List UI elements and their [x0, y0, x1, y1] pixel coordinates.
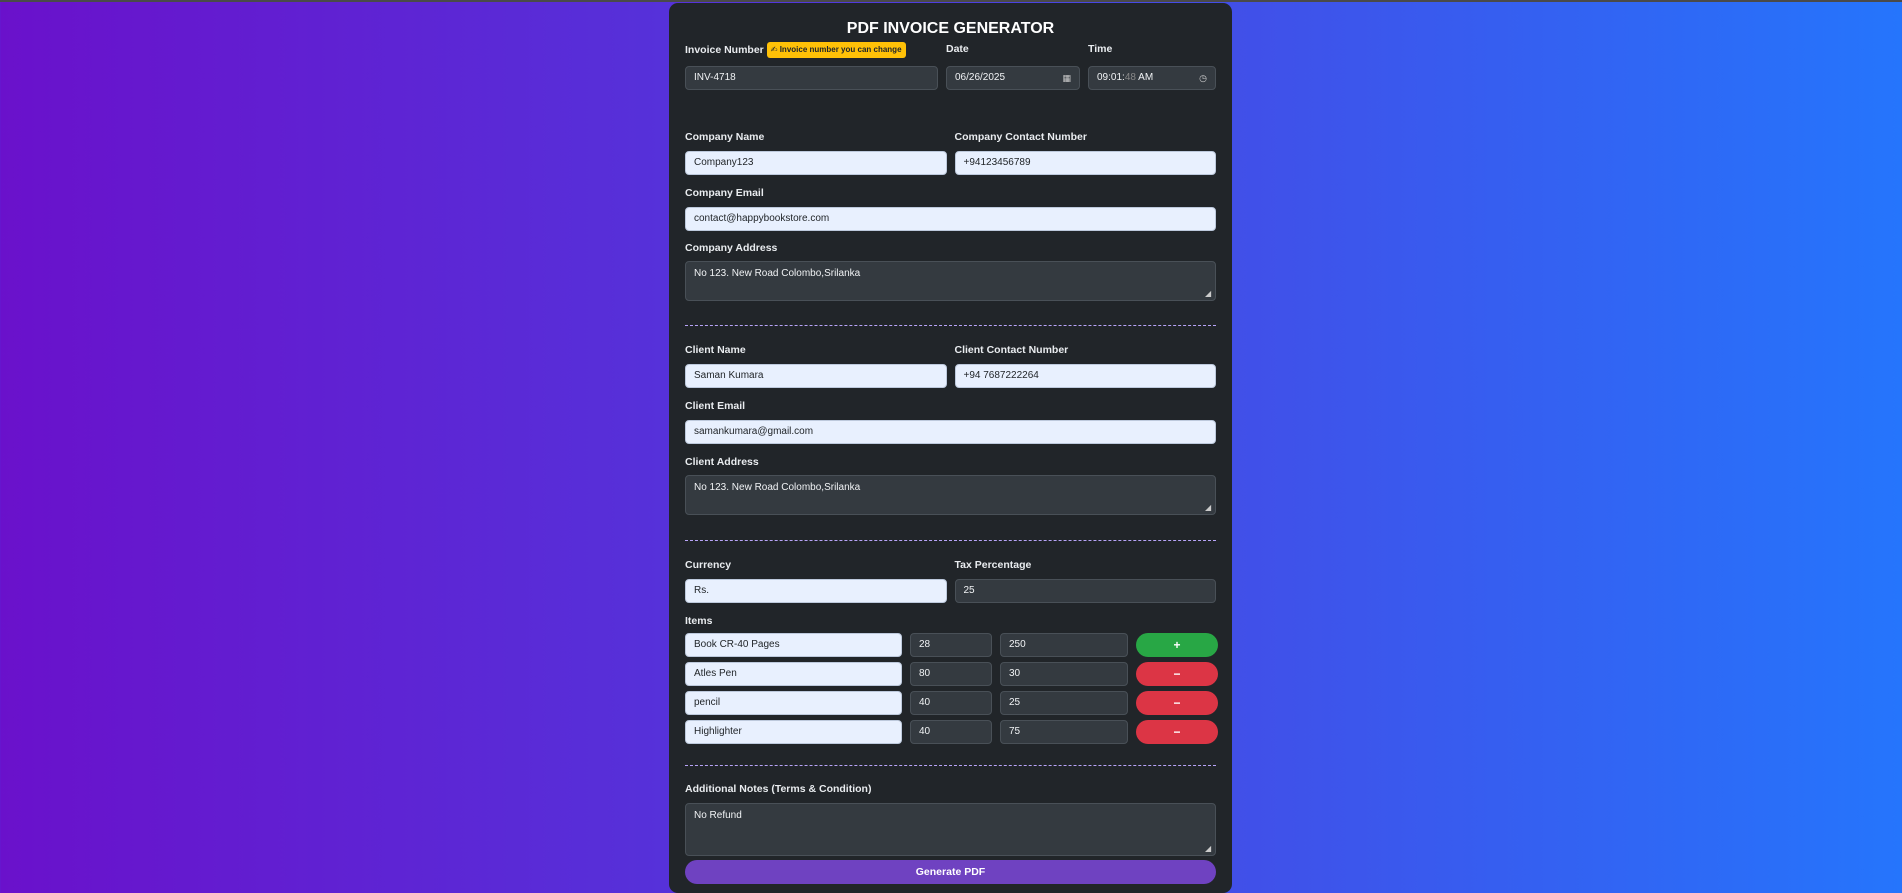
- notes-text: No Refund: [694, 810, 742, 821]
- section-divider: [685, 325, 1216, 326]
- company-email-label: Company Email: [685, 187, 764, 199]
- time-value-seconds: 48: [1124, 72, 1136, 83]
- company-email-input[interactable]: contact@happybookstore.com: [685, 207, 1216, 231]
- company-name-group: Company Name Company123: [685, 130, 947, 175]
- section-divider: [685, 765, 1216, 766]
- time-group: Time 09:01:48 AM ◷: [1088, 42, 1216, 90]
- item-qty-input[interactable]: 80: [910, 662, 992, 686]
- client-row: Client Name Saman Kumara Client Contact …: [685, 343, 1216, 388]
- item-qty-input[interactable]: 28: [910, 633, 992, 657]
- invoice-form-card: PDF INVOICE GENERATOR Invoice Number ✍ In…: [669, 3, 1232, 893]
- date-group: Date 06/26/2025 ▦: [946, 42, 1080, 90]
- item-price-input[interactable]: 250: [1000, 633, 1128, 657]
- time-input[interactable]: 09:01:48 AM ◷: [1088, 66, 1216, 90]
- client-address-textarea[interactable]: No 123. New Road Colombo,Srilanka ◢: [685, 475, 1216, 515]
- client-contact-group: Client Contact Number +94 7687222264: [954, 343, 1216, 388]
- generate-pdf-button[interactable]: Generate PDF: [685, 860, 1216, 884]
- page-title: PDF INVOICE GENERATOR: [846, 20, 1055, 37]
- company-row: Company Name Company123 Company Contact …: [685, 130, 1216, 175]
- tax-label: Tax Percentage: [954, 559, 1032, 571]
- company-contact-input[interactable]: +94123456789: [954, 151, 1216, 175]
- notes-label: Additional Notes (Terms & Condition): [685, 783, 872, 795]
- company-address-text: No 123. New Road Colombo,Srilanka: [694, 268, 861, 279]
- item-row: Atles Pen 80 30 −: [685, 662, 1218, 686]
- items-label: Items: [685, 615, 713, 627]
- currency-input[interactable]: Rs.: [685, 579, 947, 603]
- remove-item-button[interactable]: −: [1136, 662, 1218, 686]
- invoice-number-label: Invoice Number ✍ Invoice number you can c…: [685, 42, 938, 58]
- notes-textarea[interactable]: No Refund ◢: [685, 803, 1216, 856]
- time-value-hm: 09:01:: [1097, 72, 1125, 83]
- item-qty-input[interactable]: 40: [910, 720, 992, 744]
- company-address-textarea[interactable]: No 123. New Road Colombo,Srilanka ◢: [685, 261, 1216, 301]
- company-name-label: Company Name: [685, 131, 765, 143]
- invoice-meta-row: Invoice Number ✍ Invoice number you can c…: [685, 42, 1216, 90]
- calendar-icon[interactable]: ▦: [1062, 67, 1071, 89]
- client-contact-label: Client Contact Number: [954, 344, 1069, 356]
- client-name-label: Client Name: [685, 344, 746, 356]
- clock-icon[interactable]: ◷: [1199, 67, 1207, 89]
- client-email-label: Client Email: [685, 400, 746, 412]
- client-address-label: Client Address: [685, 456, 759, 468]
- date-value: 06/26/2025: [955, 72, 1006, 83]
- remove-item-button[interactable]: −: [1136, 691, 1218, 715]
- section-divider: [685, 540, 1216, 541]
- add-item-button[interactable]: +: [1136, 633, 1218, 657]
- items-list: Book CR-40 Pages 28 250 + Atles Pen 80 3…: [685, 633, 1218, 744]
- date-input[interactable]: 06/26/2025 ▦: [946, 66, 1080, 90]
- item-name-input[interactable]: pencil: [685, 691, 902, 715]
- item-price-input[interactable]: 25: [1000, 691, 1128, 715]
- time-value-ampm: AM: [1138, 72, 1154, 83]
- item-row: Book CR-40 Pages 28 250 +: [685, 633, 1218, 657]
- tax-group: Tax Percentage 25: [954, 558, 1216, 603]
- date-label: Date: [946, 43, 969, 55]
- billing-row: Currency Rs. Tax Percentage 25: [685, 558, 1216, 603]
- item-price-input[interactable]: 75: [1000, 720, 1128, 744]
- tax-input[interactable]: 25: [954, 579, 1216, 603]
- invoice-number-input[interactable]: INV-4718: [685, 66, 938, 90]
- invoice-number-label-text: Invoice Number: [685, 44, 764, 56]
- company-contact-label: Company Contact Number: [954, 131, 1087, 143]
- time-label: Time: [1088, 43, 1113, 55]
- remove-item-button[interactable]: −: [1136, 720, 1218, 744]
- item-qty-input[interactable]: 40: [910, 691, 992, 715]
- window-top-border: [0, 0, 1902, 2]
- currency-group: Currency Rs.: [685, 558, 947, 603]
- item-name-input[interactable]: Book CR-40 Pages: [685, 633, 902, 657]
- item-price-input[interactable]: 30: [1000, 662, 1128, 686]
- resize-handle-icon[interactable]: ◢: [1205, 290, 1213, 298]
- item-name-input[interactable]: Atles Pen: [685, 662, 902, 686]
- invoice-number-group: Invoice Number ✍ Invoice number you can c…: [685, 42, 938, 90]
- client-address-text: No 123. New Road Colombo,Srilanka: [694, 482, 861, 493]
- invoice-number-badge: ✍ Invoice number you can change: [766, 42, 906, 58]
- item-row: Highlighter 40 75 −: [685, 720, 1218, 744]
- resize-handle-icon[interactable]: ◢: [1205, 504, 1213, 512]
- client-name-input[interactable]: Saman Kumara: [685, 364, 947, 388]
- currency-label: Currency: [685, 559, 732, 571]
- client-name-group: Client Name Saman Kumara: [685, 343, 947, 388]
- item-row: pencil 40 25 −: [685, 691, 1218, 715]
- company-address-label: Company Address: [685, 242, 778, 254]
- company-name-input[interactable]: Company123: [685, 151, 947, 175]
- resize-handle-icon[interactable]: ◢: [1205, 845, 1213, 853]
- company-contact-group: Company Contact Number +94123456789: [954, 130, 1216, 175]
- client-contact-input[interactable]: +94 7687222264: [954, 364, 1216, 388]
- client-email-input[interactable]: samankumara@gmail.com: [685, 420, 1216, 444]
- item-name-input[interactable]: Highlighter: [685, 720, 902, 744]
